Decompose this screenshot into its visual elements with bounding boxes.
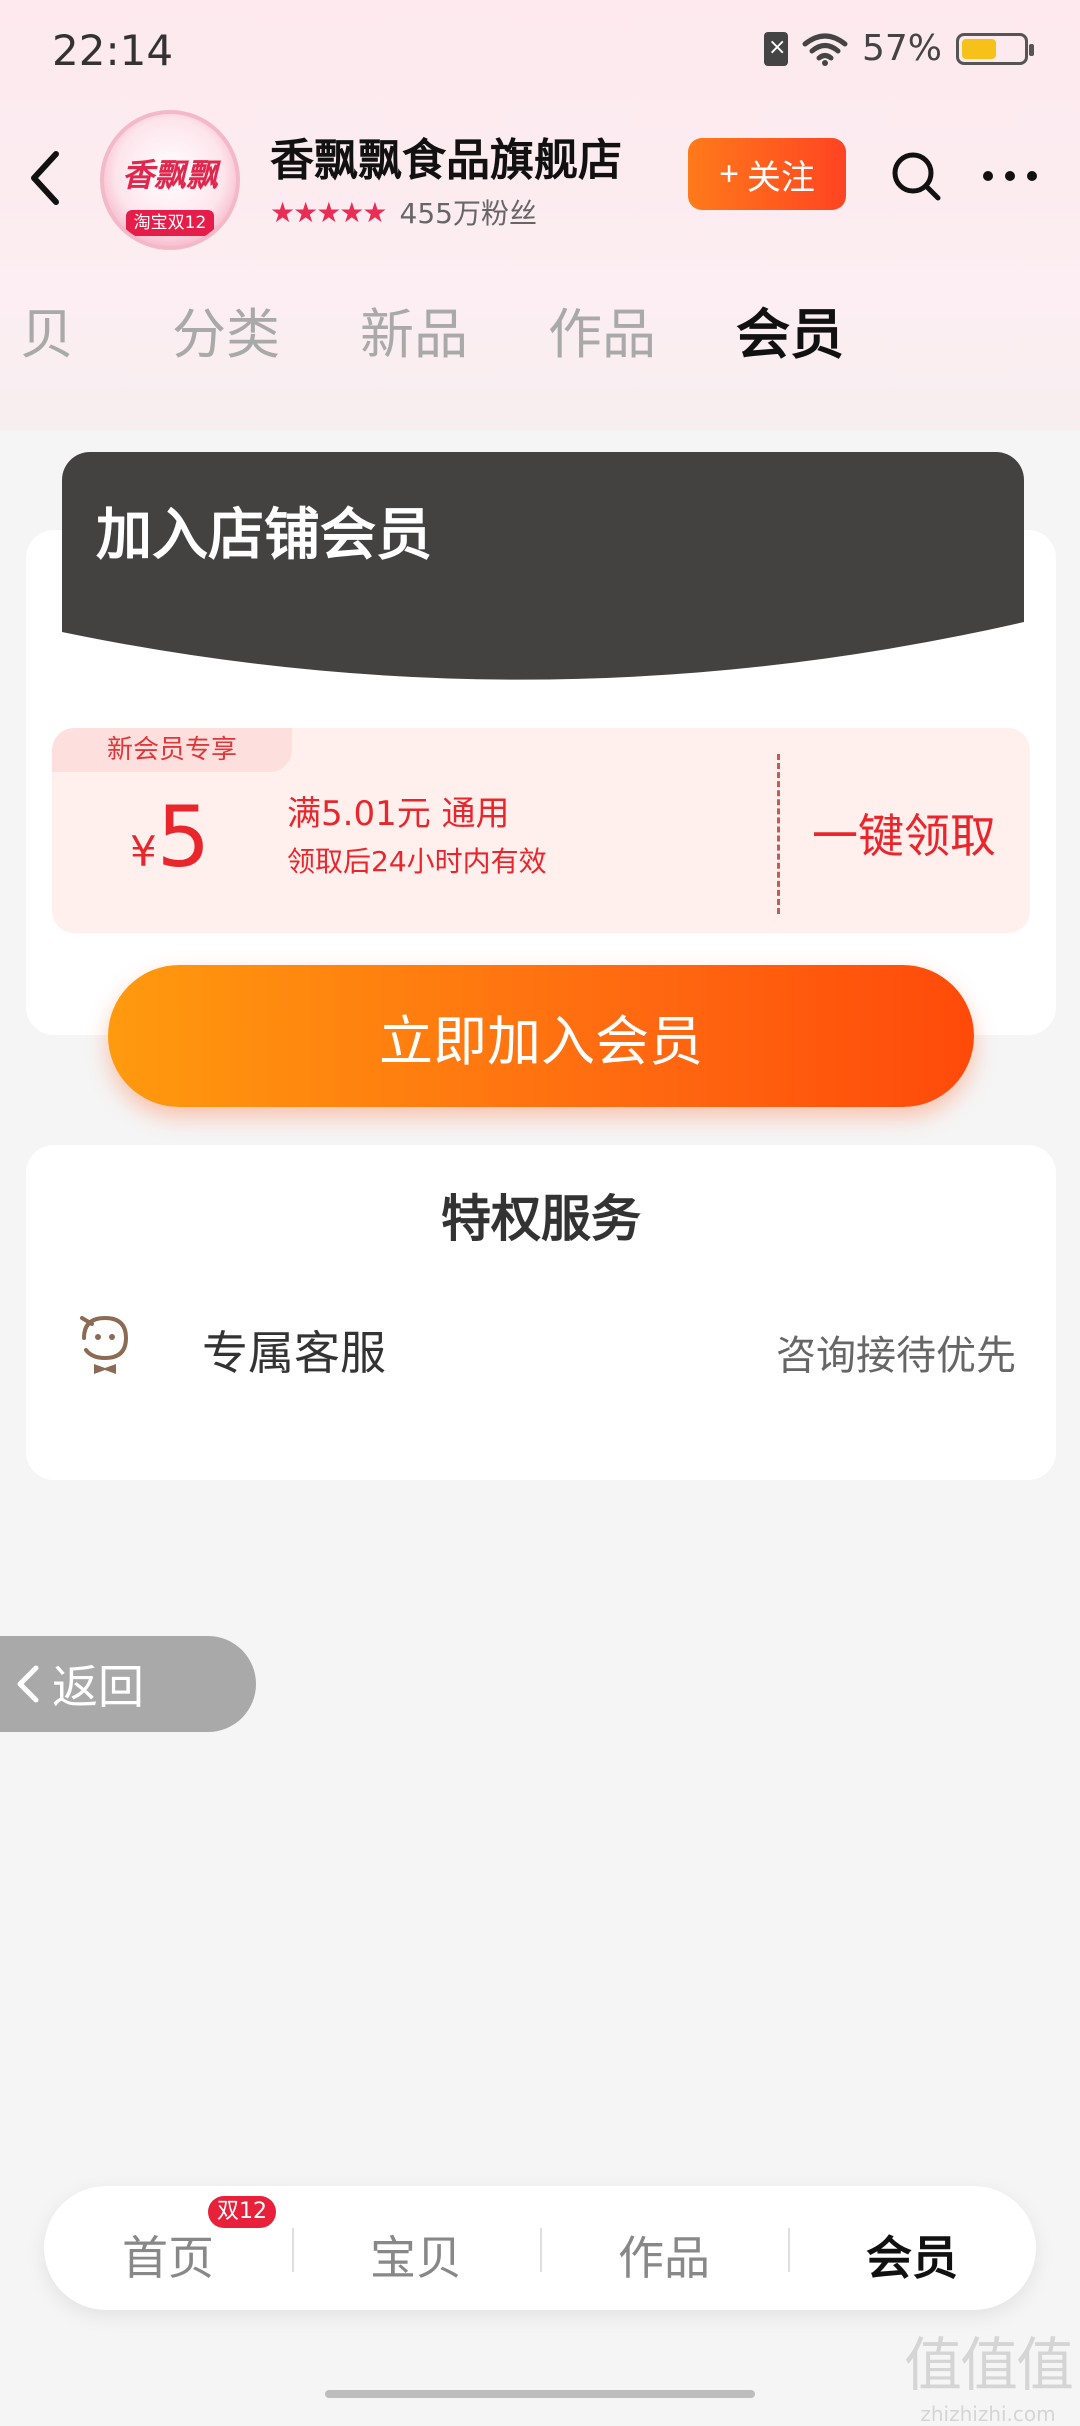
watermark-glyphs: 值值值 [903, 2331, 1074, 2399]
claim-coupon-button[interactable]: 一键领取 [812, 800, 996, 866]
tab-category[interactable]: 分类 [172, 290, 280, 369]
privileges-card: 特权服务 专属客服 咨询接待优先 [26, 1145, 1056, 1480]
store-logo[interactable]: 香飘飘 淘宝双12 [100, 110, 240, 250]
banner-title: 加入店铺会员 [96, 503, 432, 568]
watermark-url: zhizhizhi.com [920, 2402, 1056, 2426]
bottom-nav-home[interactable]: 首页 [68, 2222, 268, 2288]
currency-symbol: ¥ [130, 827, 157, 876]
status-time: 22:14 [52, 26, 174, 75]
floating-back-button[interactable]: 返回 [0, 1636, 256, 1732]
battery-icon [956, 32, 1034, 65]
battery-level-fill [962, 38, 997, 59]
coupon-tag: 新会员专享 [52, 728, 292, 772]
search-icon[interactable] [890, 150, 942, 202]
tab-member[interactable]: 会员 [736, 290, 844, 369]
back-arrow-icon[interactable] [26, 148, 66, 208]
battery-percent: 57% [861, 28, 942, 69]
coupon-divider [777, 754, 780, 914]
watermark: 值值值 zhizhizhi.com [903, 2318, 1074, 2426]
nav-divider [292, 2228, 294, 2272]
tab-works[interactable]: 作品 [548, 290, 656, 369]
floating-back-label: 返回 [52, 1660, 144, 1714]
coupon-condition: 满5.01元 通用 [287, 794, 510, 834]
member-banner: 加入店铺会员 [62, 452, 1024, 702]
bottom-nav-items[interactable]: 宝贝 [316, 2222, 516, 2288]
join-member-button[interactable]: 立即加入会员 [108, 965, 974, 1107]
bottom-nav-works[interactable]: 作品 [564, 2222, 764, 2288]
more-options-icon[interactable] [980, 164, 1040, 188]
new-member-coupon: 新会员专享 ¥5 满5.01元 通用 领取后24小时内有效 一键领取 [52, 728, 1030, 933]
store-rating: ★★★★★ 455万粉丝 [270, 192, 537, 232]
fans-count: 455万粉丝 [399, 197, 537, 230]
nav-divider [788, 2228, 790, 2272]
coupon-amount: ¥5 [130, 788, 210, 886]
store-name[interactable]: 香飘飘食品旗舰店 [270, 124, 622, 188]
follow-label: 关注 [746, 158, 815, 197]
privileges-title: 特权服务 [441, 1190, 641, 1248]
sim-error-icon [763, 31, 788, 66]
bottom-nav-member[interactable]: 会员 [812, 2222, 1012, 2288]
wifi-icon [802, 33, 848, 66]
logo-text: 香飘飘 [121, 156, 218, 194]
customer-service-icon [80, 1315, 129, 1374]
follow-button[interactable]: + 关注 [688, 138, 846, 210]
status-icons: 57% [763, 28, 1034, 69]
tab-home[interactable]: 贝 [20, 290, 74, 369]
tab-new[interactable]: 新品 [360, 290, 468, 369]
rating-stars-icon: ★★★★★ [270, 195, 388, 229]
nav-divider [540, 2228, 542, 2272]
home-indicator[interactable] [325, 2390, 755, 2398]
privilege-name: 专属客服 [202, 1326, 386, 1380]
logo-badge: 淘宝双12 [126, 210, 214, 236]
status-bar: 22:14 57% [0, 0, 1080, 100]
privilege-description: 咨询接待优先 [776, 1333, 1016, 1379]
bottom-navigation: 首页 双12 宝贝 作品 会员 [44, 2186, 1036, 2310]
plus-icon: + [719, 154, 739, 193]
store-header: 香飘飘 淘宝双12 香飘飘食品旗舰店 ★★★★★ 455万粉丝 + 关注 [0, 100, 1080, 260]
store-tabs: 贝 分类 新品 作品 会员 [0, 270, 1080, 380]
banner-curve [62, 622, 1024, 702]
coupon-value: 5 [156, 788, 211, 886]
chevron-left-icon [17, 1665, 39, 1703]
coupon-validity: 领取后24小时内有效 [287, 845, 547, 878]
double12-badge: 双12 [208, 2196, 276, 2228]
